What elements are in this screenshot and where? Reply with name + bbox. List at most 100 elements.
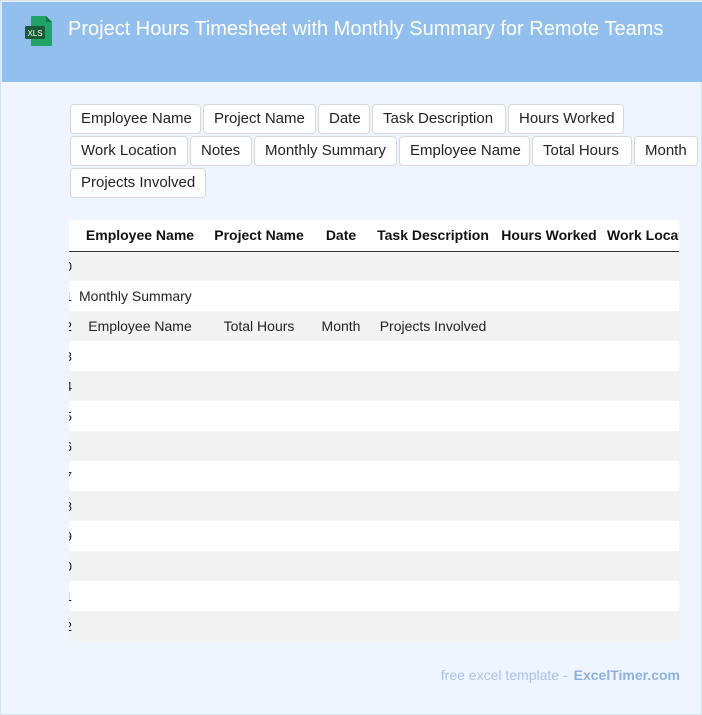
table-cell[interactable] bbox=[311, 551, 371, 581]
column-header[interactable]: Project Name bbox=[207, 220, 311, 252]
column-chip[interactable]: Hours Worked bbox=[508, 104, 624, 134]
table-cell[interactable]: Monthly Summary bbox=[73, 281, 207, 311]
table-cell[interactable] bbox=[603, 611, 679, 641]
table-cell[interactable] bbox=[603, 551, 679, 581]
table-cell[interactable] bbox=[207, 401, 311, 431]
table-cell[interactable] bbox=[495, 251, 603, 281]
table-cell[interactable] bbox=[603, 341, 679, 371]
table-cell[interactable] bbox=[495, 581, 603, 611]
table-cell[interactable] bbox=[207, 611, 311, 641]
column-header[interactable]: Task Description bbox=[371, 220, 495, 252]
table-cell[interactable] bbox=[207, 491, 311, 521]
column-chip[interactable]: Notes bbox=[190, 136, 252, 166]
table-cell[interactable] bbox=[207, 551, 311, 581]
table-cell[interactable] bbox=[371, 251, 495, 281]
column-header[interactable]: Hours Worked bbox=[495, 220, 603, 252]
table-cell[interactable] bbox=[207, 581, 311, 611]
table-cell[interactable]: Projects Involved bbox=[371, 311, 495, 341]
table-cell[interactable] bbox=[371, 551, 495, 581]
table-cell[interactable] bbox=[495, 341, 603, 371]
column-chip[interactable]: Employee Name bbox=[399, 136, 530, 166]
table-cell[interactable] bbox=[603, 461, 679, 491]
table-cell[interactable] bbox=[73, 461, 207, 491]
table-cell[interactable] bbox=[495, 371, 603, 401]
table-cell[interactable] bbox=[603, 251, 679, 281]
table-cell[interactable] bbox=[311, 581, 371, 611]
table-cell[interactable] bbox=[311, 521, 371, 551]
table-cell[interactable] bbox=[311, 491, 371, 521]
table-cell[interactable] bbox=[207, 281, 311, 311]
table-cell[interactable] bbox=[495, 461, 603, 491]
table-cell[interactable] bbox=[371, 611, 495, 641]
table-cell[interactable] bbox=[73, 251, 207, 281]
table-cell[interactable] bbox=[603, 311, 679, 341]
data-table-viewport[interactable]: Employee Name Project Name Date Task Descri… bbox=[69, 220, 679, 641]
column-chip[interactable]: Project Name bbox=[203, 104, 316, 134]
table-cell[interactable] bbox=[495, 401, 603, 431]
table-cell[interactable] bbox=[603, 371, 679, 401]
table-cell[interactable] bbox=[207, 521, 311, 551]
column-chip[interactable]: Date bbox=[318, 104, 370, 134]
table-cell[interactable] bbox=[371, 521, 495, 551]
table-cell[interactable] bbox=[603, 521, 679, 551]
table-cell[interactable] bbox=[603, 401, 679, 431]
table-cell[interactable] bbox=[495, 611, 603, 641]
table-cell[interactable] bbox=[371, 341, 495, 371]
table-cell[interactable] bbox=[73, 551, 207, 581]
table-cell[interactable] bbox=[495, 491, 603, 521]
table-cell[interactable] bbox=[73, 401, 207, 431]
table-cell[interactable] bbox=[371, 371, 495, 401]
table-cell[interactable] bbox=[207, 341, 311, 371]
table-cell[interactable] bbox=[495, 551, 603, 581]
table-cell[interactable] bbox=[495, 281, 603, 311]
table-cell[interactable] bbox=[603, 281, 679, 311]
table-cell[interactable] bbox=[73, 611, 207, 641]
table-cell[interactable] bbox=[207, 371, 311, 401]
table-cell[interactable]: Month bbox=[311, 311, 371, 341]
table-cell[interactable] bbox=[311, 371, 371, 401]
table-cell[interactable] bbox=[311, 611, 371, 641]
table-cell[interactable] bbox=[311, 431, 371, 461]
table-cell[interactable] bbox=[311, 461, 371, 491]
table-cell[interactable] bbox=[311, 341, 371, 371]
table-cell[interactable] bbox=[371, 431, 495, 461]
table-cell[interactable] bbox=[207, 251, 311, 281]
table-cell[interactable] bbox=[371, 581, 495, 611]
table-cell[interactable] bbox=[495, 311, 603, 341]
column-chip[interactable]: Projects Involved bbox=[70, 168, 206, 198]
table-cell[interactable] bbox=[495, 521, 603, 551]
column-chip[interactable]: Month bbox=[634, 136, 698, 166]
column-chip[interactable]: Employee Name bbox=[70, 104, 201, 134]
table-cell[interactable] bbox=[603, 431, 679, 461]
footer-brand-link[interactable]: ExcelTimer.com bbox=[574, 667, 680, 683]
column-chip[interactable]: Total Hours bbox=[532, 136, 632, 166]
table-cell[interactable]: Total Hours bbox=[207, 311, 311, 341]
table-cell[interactable] bbox=[73, 521, 207, 551]
table-cell[interactable] bbox=[73, 491, 207, 521]
table-cell[interactable] bbox=[207, 431, 311, 461]
column-header[interactable]: Date bbox=[311, 220, 371, 252]
table-cell[interactable] bbox=[73, 581, 207, 611]
table-cell[interactable] bbox=[371, 461, 495, 491]
table-cell[interactable] bbox=[73, 431, 207, 461]
table-header-row: Employee Name Project Name Date Task Descri… bbox=[69, 220, 679, 252]
table-cell[interactable] bbox=[311, 281, 371, 311]
table-cell[interactable] bbox=[603, 491, 679, 521]
table-cell[interactable] bbox=[311, 401, 371, 431]
table-cell[interactable] bbox=[495, 431, 603, 461]
column-chip[interactable]: Monthly Summary bbox=[254, 136, 397, 166]
table-cell[interactable]: Employee Name bbox=[73, 311, 207, 341]
table-cell[interactable] bbox=[371, 401, 495, 431]
table-cell[interactable] bbox=[73, 341, 207, 371]
table-cell[interactable] bbox=[311, 251, 371, 281]
column-chip[interactable]: Task Description bbox=[372, 104, 506, 134]
table-cell[interactable] bbox=[371, 491, 495, 521]
table-cell[interactable] bbox=[603, 581, 679, 611]
table-cell[interactable] bbox=[207, 461, 311, 491]
column-header[interactable]: Employee Name bbox=[73, 220, 207, 252]
column-chip[interactable]: Work Location bbox=[70, 136, 188, 166]
table-cell[interactable] bbox=[73, 371, 207, 401]
table-cell[interactable] bbox=[371, 281, 495, 311]
column-header[interactable]: Work Location bbox=[603, 220, 679, 252]
table-row: 2Employee NameTotal HoursMonthProjects I… bbox=[69, 311, 679, 341]
